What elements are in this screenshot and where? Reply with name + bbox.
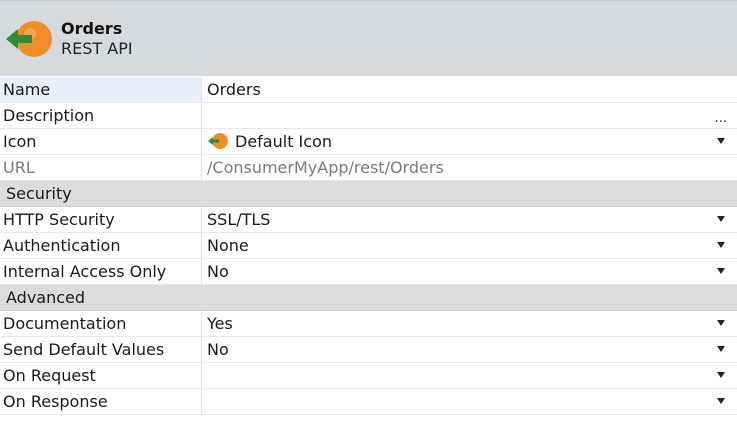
chevron-down-icon[interactable]: [717, 320, 725, 326]
property-row-documentation[interactable]: Documentation Yes: [0, 311, 737, 337]
property-row-url: URL /ConsumerMyApp/rest/Orders: [0, 155, 737, 181]
send-default-values-select[interactable]: No: [203, 337, 737, 362]
property-label: Icon: [0, 129, 202, 154]
property-row-send-default-values[interactable]: Send Default Values No: [0, 337, 737, 363]
rest-api-icon: [6, 21, 52, 57]
property-row-name[interactable]: Name Orders: [0, 77, 737, 103]
property-label: On Request: [0, 363, 202, 388]
property-row-http-security[interactable]: HTTP Security SSL/TLS: [0, 207, 737, 233]
property-row-on-request[interactable]: On Request: [0, 363, 737, 389]
on-response-select[interactable]: [203, 389, 737, 414]
on-request-select[interactable]: [203, 363, 737, 388]
properties-grid: Name Orders Description ... Icon Default…: [0, 77, 737, 415]
icon-select[interactable]: Default Icon: [203, 129, 737, 154]
property-label: Authentication: [0, 233, 202, 258]
property-row-authentication[interactable]: Authentication None: [0, 233, 737, 259]
authentication-select[interactable]: None: [203, 233, 737, 258]
property-label: Description: [0, 103, 202, 128]
property-label: On Response: [0, 389, 202, 414]
property-row-icon[interactable]: Icon Default Icon: [0, 129, 737, 155]
chevron-down-icon[interactable]: [717, 372, 725, 378]
property-label: HTTP Security: [0, 207, 202, 232]
property-label: Documentation: [0, 311, 202, 336]
name-input[interactable]: Orders: [203, 77, 737, 102]
more-button[interactable]: ...: [715, 106, 727, 131]
section-header-security[interactable]: Security: [0, 181, 737, 207]
section-header-advanced[interactable]: Advanced: [0, 285, 737, 311]
property-label: Name: [0, 77, 202, 102]
element-title: Orders: [61, 19, 123, 38]
property-row-internal-access[interactable]: Internal Access Only No: [0, 259, 737, 285]
element-type: REST API: [61, 39, 133, 58]
chevron-down-icon[interactable]: [717, 398, 725, 404]
default-icon: [208, 133, 228, 149]
chevron-down-icon[interactable]: [717, 216, 725, 222]
property-label: URL: [0, 155, 202, 180]
documentation-select[interactable]: Yes: [203, 311, 737, 336]
editor-header: Orders REST API: [0, 0, 737, 76]
url-value: /ConsumerMyApp/rest/Orders: [207, 158, 444, 177]
chevron-down-icon[interactable]: [717, 242, 725, 248]
property-label: Send Default Values: [0, 337, 202, 362]
internal-access-select[interactable]: No: [203, 259, 737, 284]
property-row-description[interactable]: Description ...: [0, 103, 737, 129]
http-security-select[interactable]: SSL/TLS: [203, 207, 737, 232]
chevron-down-icon[interactable]: [717, 268, 725, 274]
description-input[interactable]: ...: [203, 103, 737, 128]
property-row-on-response[interactable]: On Response: [0, 389, 737, 415]
chevron-down-icon[interactable]: [717, 138, 725, 144]
chevron-down-icon[interactable]: [717, 346, 725, 352]
property-label: Internal Access Only: [0, 259, 202, 284]
